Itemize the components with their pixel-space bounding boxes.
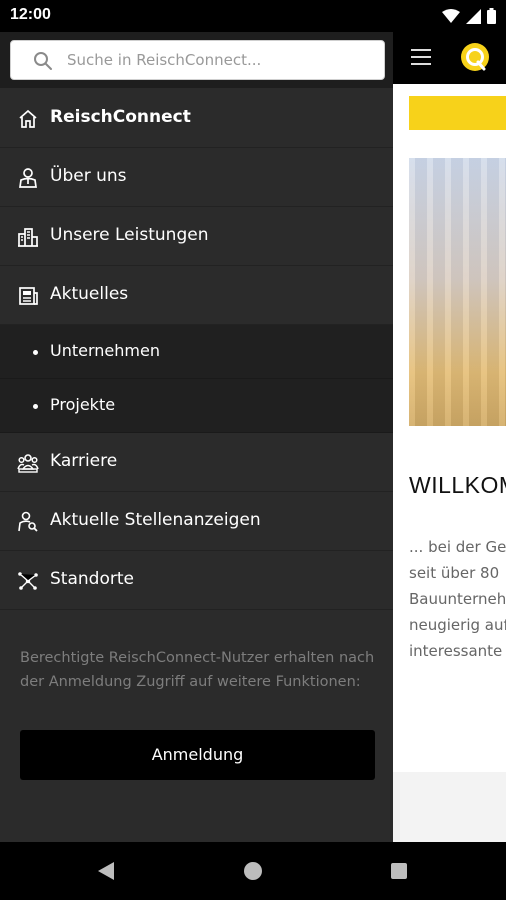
menu-item-unsere-leistungen[interactable]: Unsere Leistungen	[0, 207, 393, 266]
menu-item-ueber-uns[interactable]: Über uns	[0, 148, 393, 207]
menu-item-label: Karriere	[50, 451, 118, 471]
news-icon	[19, 287, 38, 305]
menu-item-label: ReischConnect	[50, 107, 191, 127]
menu-item-reischconnect[interactable]: ReischConnect	[0, 89, 393, 148]
search-icon	[34, 52, 52, 70]
wifi-icon	[442, 8, 460, 23]
app-logo-icon	[461, 43, 489, 71]
welcome-heading: WILLKOMMEN	[409, 472, 506, 498]
recent-apps-icon[interactable]	[391, 863, 407, 879]
login-info-text: Berechtigte ReischConnect-Nutzer erhalte…	[20, 650, 375, 690]
menu-item-standorte[interactable]: Standorte	[0, 551, 393, 610]
status-icons	[442, 8, 496, 24]
signal-icon	[466, 8, 481, 24]
app-toolbar	[393, 32, 506, 84]
person-icon	[19, 168, 37, 188]
status-bar: 12:00	[0, 0, 506, 32]
menu-item-aktuelles[interactable]: Aktuelles	[0, 266, 393, 325]
home-icon	[19, 109, 37, 128]
job-search-icon	[18, 511, 38, 532]
buildings-icon	[18, 228, 38, 247]
network-icon	[18, 572, 38, 590]
menu-item-aktuelle-stellenanzeigen[interactable]: Aktuelle Stellenanzeigen	[0, 492, 393, 551]
search-bar: Suche in ReischConnect...	[0, 32, 393, 88]
menu-item-label: Projekte	[50, 395, 116, 414]
menu-item-label: Standorte	[50, 569, 134, 589]
back-icon[interactable]	[97, 861, 115, 881]
hero-image	[409, 158, 506, 426]
bullet-icon	[33, 350, 38, 355]
yellow-banner	[409, 96, 506, 130]
navigation-drawer: Suche in ReischConnect... ReischConnect …	[0, 32, 393, 842]
menu-item-label: Aktuelle Stellenanzeigen	[50, 510, 261, 530]
menu-item-unternehmen[interactable]: Unternehmen	[0, 325, 393, 379]
drawer-menu: ReischConnect Über uns Unsere Leistungen…	[0, 89, 393, 610]
system-nav-bar	[0, 842, 506, 900]
menu-item-karriere[interactable]: Karriere	[0, 433, 393, 492]
menu-item-label: Unsere Leistungen	[50, 225, 209, 245]
group-icon	[17, 454, 39, 473]
search-input[interactable]: Suche in ReischConnect...	[10, 40, 385, 80]
bottom-panel	[393, 772, 506, 842]
menu-icon[interactable]	[411, 49, 431, 70]
welcome-text: ... bei der Gesellschaft, seit über 80 B…	[409, 538, 506, 660]
menu-item-projekte[interactable]: Projekte	[0, 379, 393, 433]
login-button[interactable]: Anmeldung	[20, 730, 375, 780]
background-page: WILLKOMMEN ... bei der Gesellschaft, sei…	[393, 32, 506, 842]
bullet-icon	[33, 404, 38, 409]
search-placeholder: Suche in ReischConnect...	[67, 51, 262, 69]
menu-item-label: Aktuelles	[50, 284, 129, 304]
status-time: 12:00	[10, 6, 51, 23]
menu-item-label: Über uns	[50, 166, 127, 186]
menu-item-label: Unternehmen	[50, 341, 160, 360]
battery-icon	[487, 8, 496, 24]
home-button-icon[interactable]	[244, 862, 262, 880]
